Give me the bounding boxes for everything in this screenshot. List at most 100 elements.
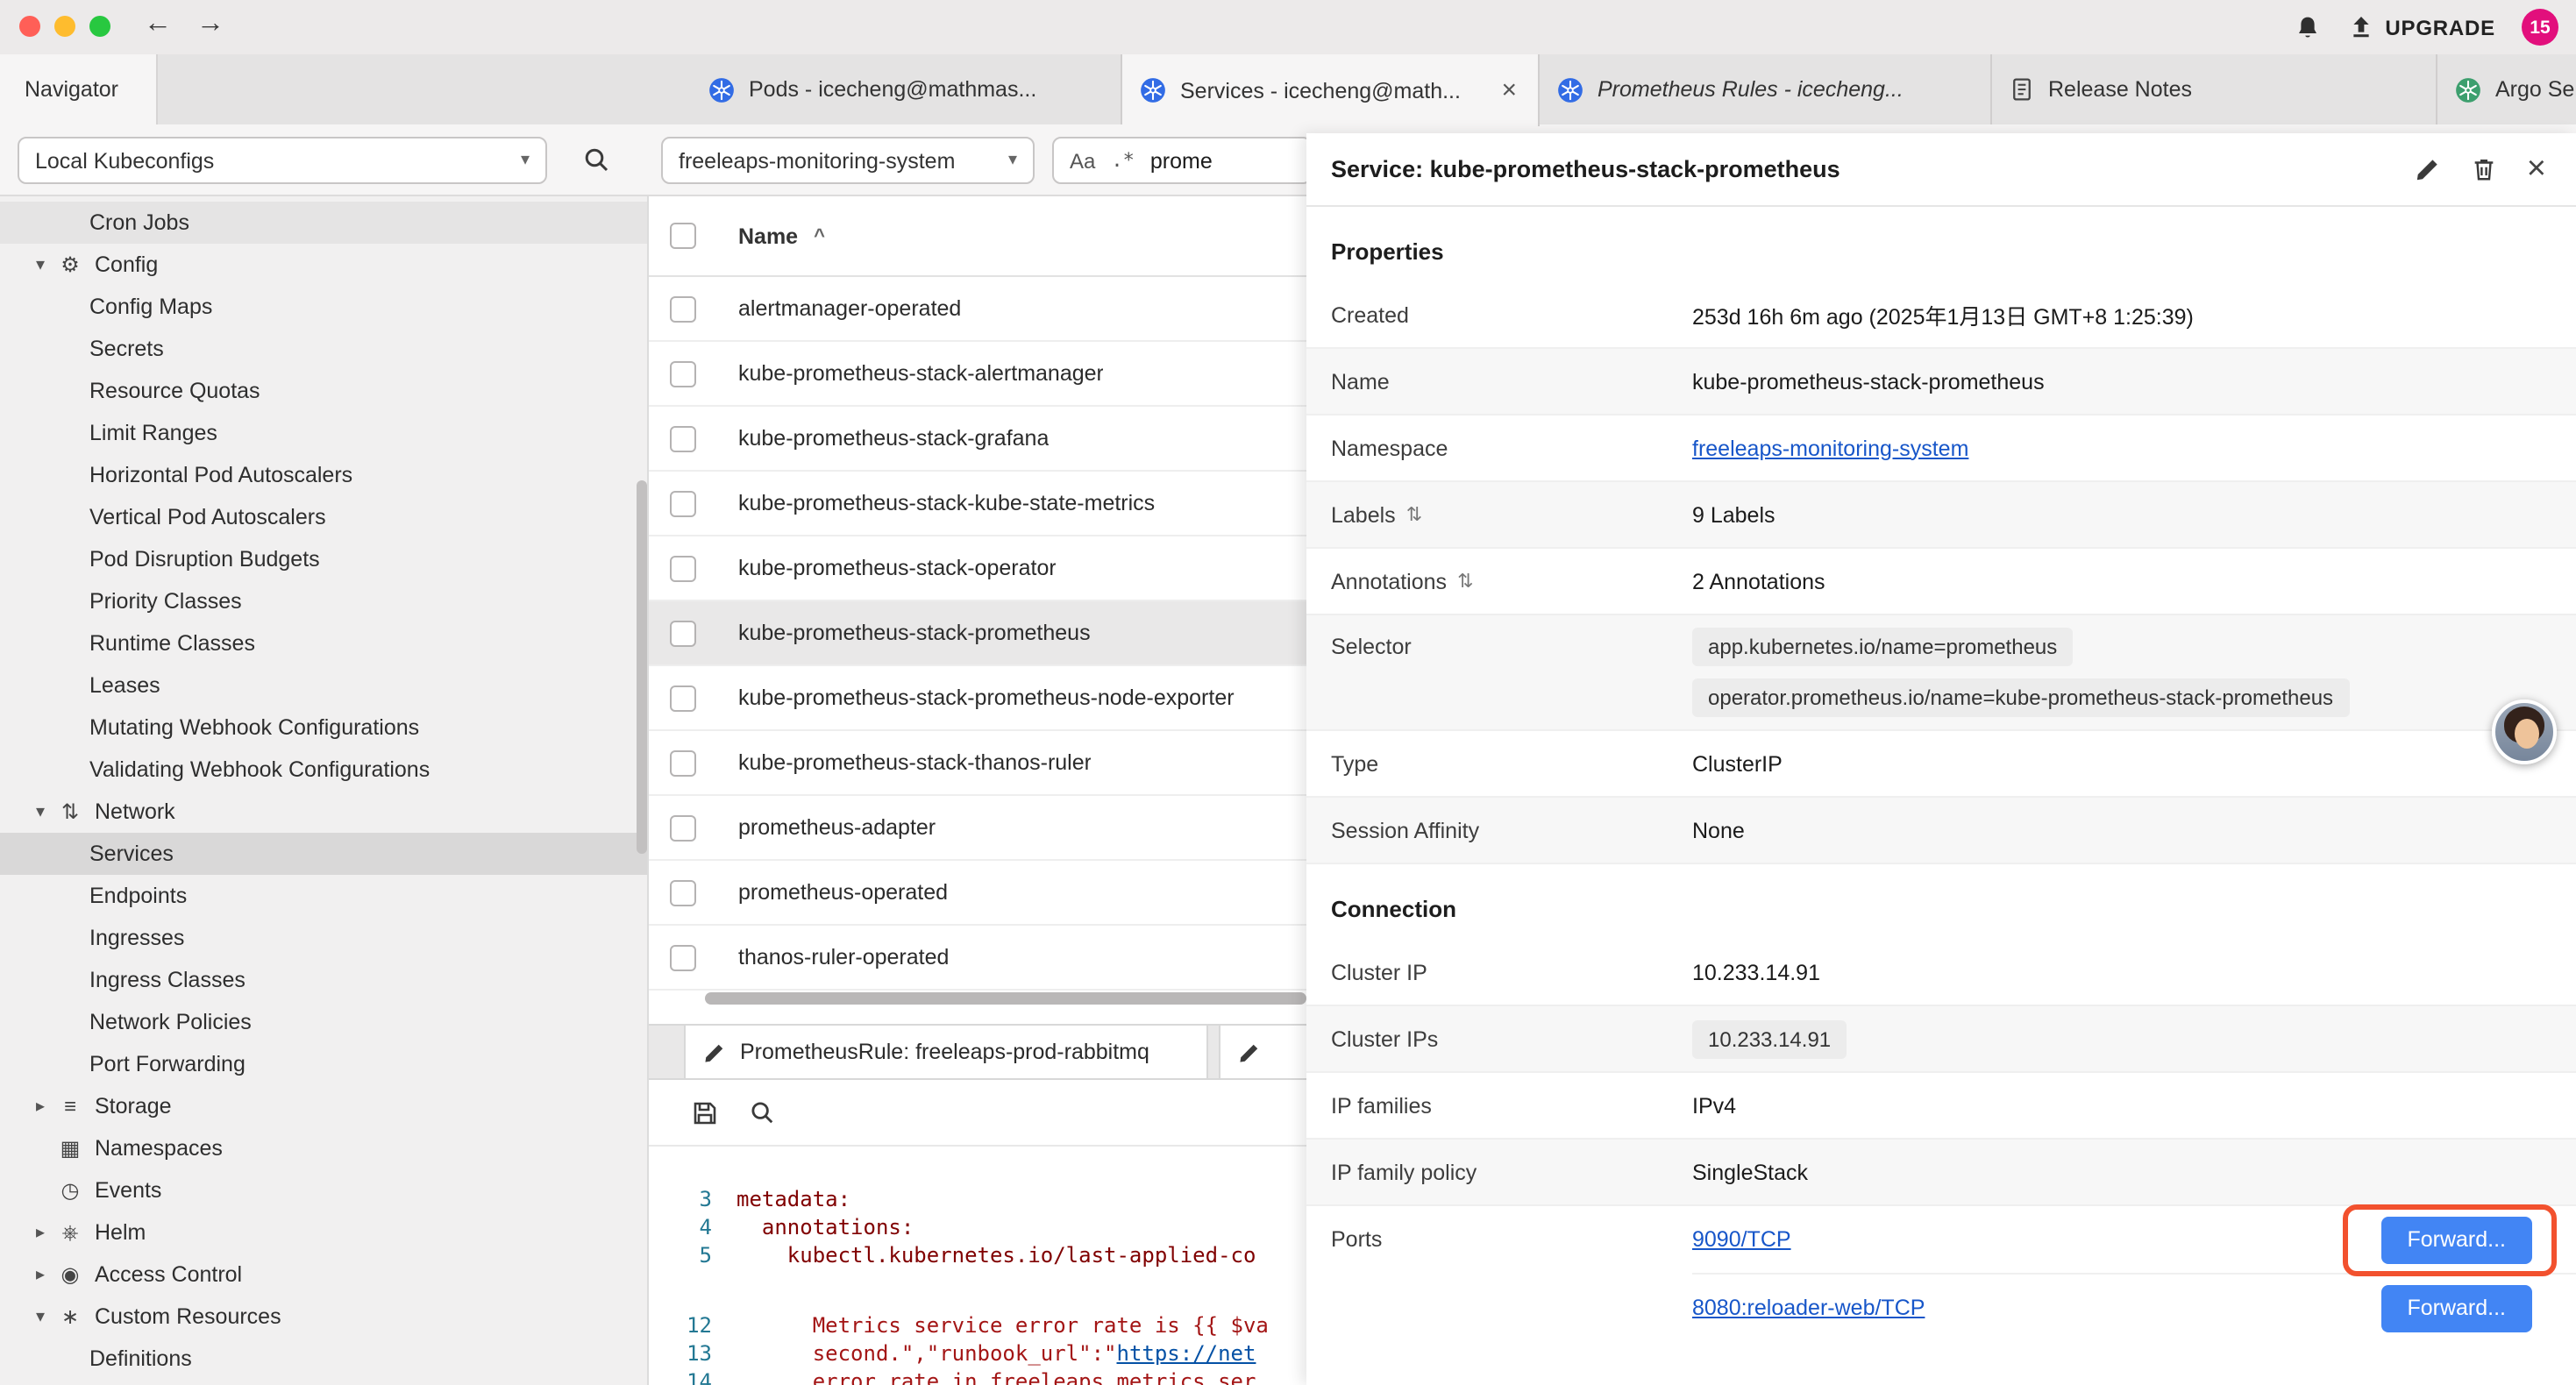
folded-region[interactable] bbox=[649, 1269, 1306, 1311]
port-link-9090-tcp[interactable]: 9090/TCP bbox=[1692, 1227, 1791, 1252]
sidebar-item-resource-quotas[interactable]: Resource Quotas bbox=[0, 370, 647, 412]
namespace-select[interactable]: freeleaps-monitoring-system ▾ bbox=[661, 137, 1035, 184]
regex-toggle[interactable]: .* bbox=[1111, 149, 1135, 172]
table-row-kube-prometheus-stack-alertmanager[interactable]: kube-prometheus-stack-alertmanager bbox=[649, 342, 1306, 407]
chevron-right-icon[interactable]: ▸ bbox=[28, 1097, 53, 1116]
tab-pods-icecheng-mathmas[interactable]: Pods - icecheng@mathmas... bbox=[691, 54, 1122, 124]
sidebar-item-network-policies[interactable]: Network Policies bbox=[0, 1001, 647, 1043]
row-checkbox[interactable] bbox=[670, 879, 696, 906]
bell-icon[interactable] bbox=[2294, 13, 2322, 41]
sidebar-item-services[interactable]: Services bbox=[0, 833, 647, 875]
back-icon[interactable]: ← bbox=[144, 9, 172, 40]
chevron-down-icon[interactable]: ▾ bbox=[28, 802, 53, 821]
editor-search-icon[interactable] bbox=[749, 1099, 775, 1126]
sort-updown-icon[interactable]: ⇅ bbox=[1406, 503, 1422, 526]
sidebar-scrollbar[interactable] bbox=[637, 480, 647, 854]
editor-tab-partial[interactable] bbox=[1220, 1026, 1306, 1078]
chevron-right-icon[interactable]: ▸ bbox=[28, 1265, 53, 1284]
window-minimize-button[interactable] bbox=[54, 16, 75, 37]
row-checkbox[interactable] bbox=[670, 944, 696, 970]
table-search-input[interactable]: Aa .* prome bbox=[1052, 137, 1312, 184]
tab-services-icecheng-math[interactable]: Services - icecheng@math...× bbox=[1122, 54, 1540, 126]
row-checkbox[interactable] bbox=[670, 814, 696, 841]
line-number: 14 bbox=[649, 1367, 737, 1385]
row-checkbox[interactable] bbox=[670, 749, 696, 776]
chevron-right-icon[interactable]: ▸ bbox=[28, 1223, 53, 1242]
table-row-alertmanager-operated[interactable]: alertmanager-operated bbox=[649, 277, 1306, 342]
sidebar-item-custom-resources[interactable]: ▾∗Custom Resources bbox=[0, 1296, 647, 1338]
sidebar-item-validating-webhook-configurations[interactable]: Validating Webhook Configurations bbox=[0, 749, 647, 791]
sort-updown-icon[interactable]: ⇅ bbox=[1457, 570, 1473, 593]
table-row-kube-prometheus-stack-kube-state-metrics[interactable]: kube-prometheus-stack-kube-state-metrics bbox=[649, 472, 1306, 536]
select-all-checkbox[interactable] bbox=[670, 223, 696, 249]
sidebar-item-priority-classes[interactable]: Priority Classes bbox=[0, 580, 647, 622]
upgrade-button[interactable]: UPGRADE bbox=[2348, 14, 2495, 40]
table-row-kube-prometheus-stack-grafana[interactable]: kube-prometheus-stack-grafana bbox=[649, 407, 1306, 472]
detail-link-freeleaps-monitoring-system[interactable]: freeleaps-monitoring-system bbox=[1692, 436, 1968, 460]
window-maximize-button[interactable] bbox=[89, 16, 110, 37]
sidebar-item-namespaces[interactable]: ▦Namespaces bbox=[0, 1127, 647, 1169]
sidebar-item-limit-ranges[interactable]: Limit Ranges bbox=[0, 412, 647, 454]
row-checkbox[interactable] bbox=[670, 685, 696, 711]
table-row-kube-prometheus-stack-prometheus[interactable]: kube-prometheus-stack-prometheus bbox=[649, 601, 1306, 666]
sidebar-item-storage[interactable]: ▸≡Storage bbox=[0, 1085, 647, 1127]
port-link-8080-reloader-web-tcp[interactable]: 8080:reloader-web/TCP bbox=[1692, 1296, 1925, 1320]
sidebar-item-vertical-pod-autoscalers[interactable]: Vertical Pod Autoscalers bbox=[0, 496, 647, 538]
forward-button-9090-tcp[interactable]: Forward... bbox=[2380, 1216, 2532, 1263]
table-row-kube-prometheus-stack-thanos-ruler[interactable]: kube-prometheus-stack-thanos-ruler bbox=[649, 731, 1306, 796]
delete-icon[interactable] bbox=[2471, 156, 2497, 182]
table-row-kube-prometheus-stack-prometheus-node-exporter[interactable]: kube-prometheus-stack-prometheus-node-ex… bbox=[649, 666, 1306, 731]
horizontal-scrollbar[interactable] bbox=[705, 992, 1306, 1005]
sidebar-item-config-maps[interactable]: Config Maps bbox=[0, 286, 647, 328]
sidebar-item-runtime-classes[interactable]: Runtime Classes bbox=[0, 622, 647, 664]
code-line: 14 error rate in freeleaps metrics ser bbox=[649, 1367, 1306, 1385]
sidebar-search-icon[interactable] bbox=[582, 146, 610, 174]
tab-release-notes[interactable]: Release Notes bbox=[1992, 54, 2437, 124]
editor-tab-prometheusrule[interactable]: PrometheusRule: freeleaps-prod-rabbitmq bbox=[684, 1026, 1209, 1078]
edit-icon[interactable] bbox=[2415, 156, 2441, 182]
table-row-prometheus-operated[interactable]: prometheus-operated bbox=[649, 861, 1306, 926]
tab-close-icon[interactable]: × bbox=[1498, 75, 1520, 105]
row-checkbox[interactable] bbox=[670, 490, 696, 516]
kubeconfig-select[interactable]: Local Kubeconfigs ▾ bbox=[18, 137, 547, 184]
notification-badge[interactable]: 15 bbox=[2522, 9, 2558, 46]
tab-prometheus-rules-icecheng[interactable]: Prometheus Rules - icecheng... bbox=[1540, 54, 1992, 124]
sidebar-item-access-control[interactable]: ▸◉Access Control bbox=[0, 1254, 647, 1296]
yaml-editor[interactable]: 3metadata:4 annotations:5 kubectl.kubern… bbox=[649, 1147, 1306, 1385]
tab-argo-se[interactable]: Argo Se bbox=[2437, 54, 2576, 124]
row-checkbox[interactable] bbox=[670, 555, 696, 581]
sidebar-item-secrets[interactable]: Secrets bbox=[0, 328, 647, 370]
chevron-down-icon[interactable]: ▾ bbox=[28, 1307, 53, 1326]
sidebar-item-definitions[interactable]: Definitions bbox=[0, 1338, 647, 1380]
name-column-header[interactable]: Name bbox=[738, 224, 798, 248]
forward-icon[interactable]: → bbox=[196, 9, 224, 40]
window-close-button[interactable] bbox=[19, 16, 40, 37]
assistant-avatar[interactable] bbox=[2492, 700, 2557, 764]
sidebar-item-helm[interactable]: ▸⎈Helm bbox=[0, 1211, 647, 1254]
sidebar-item-ingresses[interactable]: Ingresses bbox=[0, 917, 647, 959]
forward-button-8080-reloader-web-tcp[interactable]: Forward... bbox=[2380, 1284, 2532, 1332]
row-checkbox[interactable] bbox=[670, 425, 696, 451]
sidebar-item-network[interactable]: ▾⇅Network bbox=[0, 791, 647, 833]
sidebar-item-horizontal-pod-autoscalers[interactable]: Horizontal Pod Autoscalers bbox=[0, 454, 647, 496]
navigator-panel-tab[interactable]: Navigator bbox=[0, 54, 158, 124]
sidebar-item-ingress-classes[interactable]: Ingress Classes bbox=[0, 959, 647, 1001]
sidebar-item-endpoints[interactable]: Endpoints bbox=[0, 875, 647, 917]
sidebar-item-cron-jobs[interactable]: Cron Jobs bbox=[0, 202, 647, 244]
sidebar-item-mutating-webhook-configurations[interactable]: Mutating Webhook Configurations bbox=[0, 707, 647, 749]
sidebar-item-events[interactable]: ◷Events bbox=[0, 1169, 647, 1211]
table-row-kube-prometheus-stack-operator[interactable]: kube-prometheus-stack-operator bbox=[649, 536, 1306, 601]
close-icon[interactable]: × bbox=[2527, 153, 2546, 186]
match-case-toggle[interactable]: Aa bbox=[1070, 148, 1095, 173]
row-checkbox[interactable] bbox=[670, 620, 696, 646]
sidebar-item-pod-disruption-budgets[interactable]: Pod Disruption Budgets bbox=[0, 538, 647, 580]
sidebar-item-port-forwarding[interactable]: Port Forwarding bbox=[0, 1043, 647, 1085]
chevron-down-icon[interactable]: ▾ bbox=[28, 255, 53, 274]
row-checkbox[interactable] bbox=[670, 295, 696, 322]
row-checkbox[interactable] bbox=[670, 360, 696, 387]
sidebar-item-config[interactable]: ▾⚙Config bbox=[0, 244, 647, 286]
sidebar-item-leases[interactable]: Leases bbox=[0, 664, 647, 707]
table-row-thanos-ruler-operated[interactable]: thanos-ruler-operated bbox=[649, 926, 1306, 991]
table-row-prometheus-adapter[interactable]: prometheus-adapter bbox=[649, 796, 1306, 861]
save-icon[interactable] bbox=[691, 1098, 719, 1126]
